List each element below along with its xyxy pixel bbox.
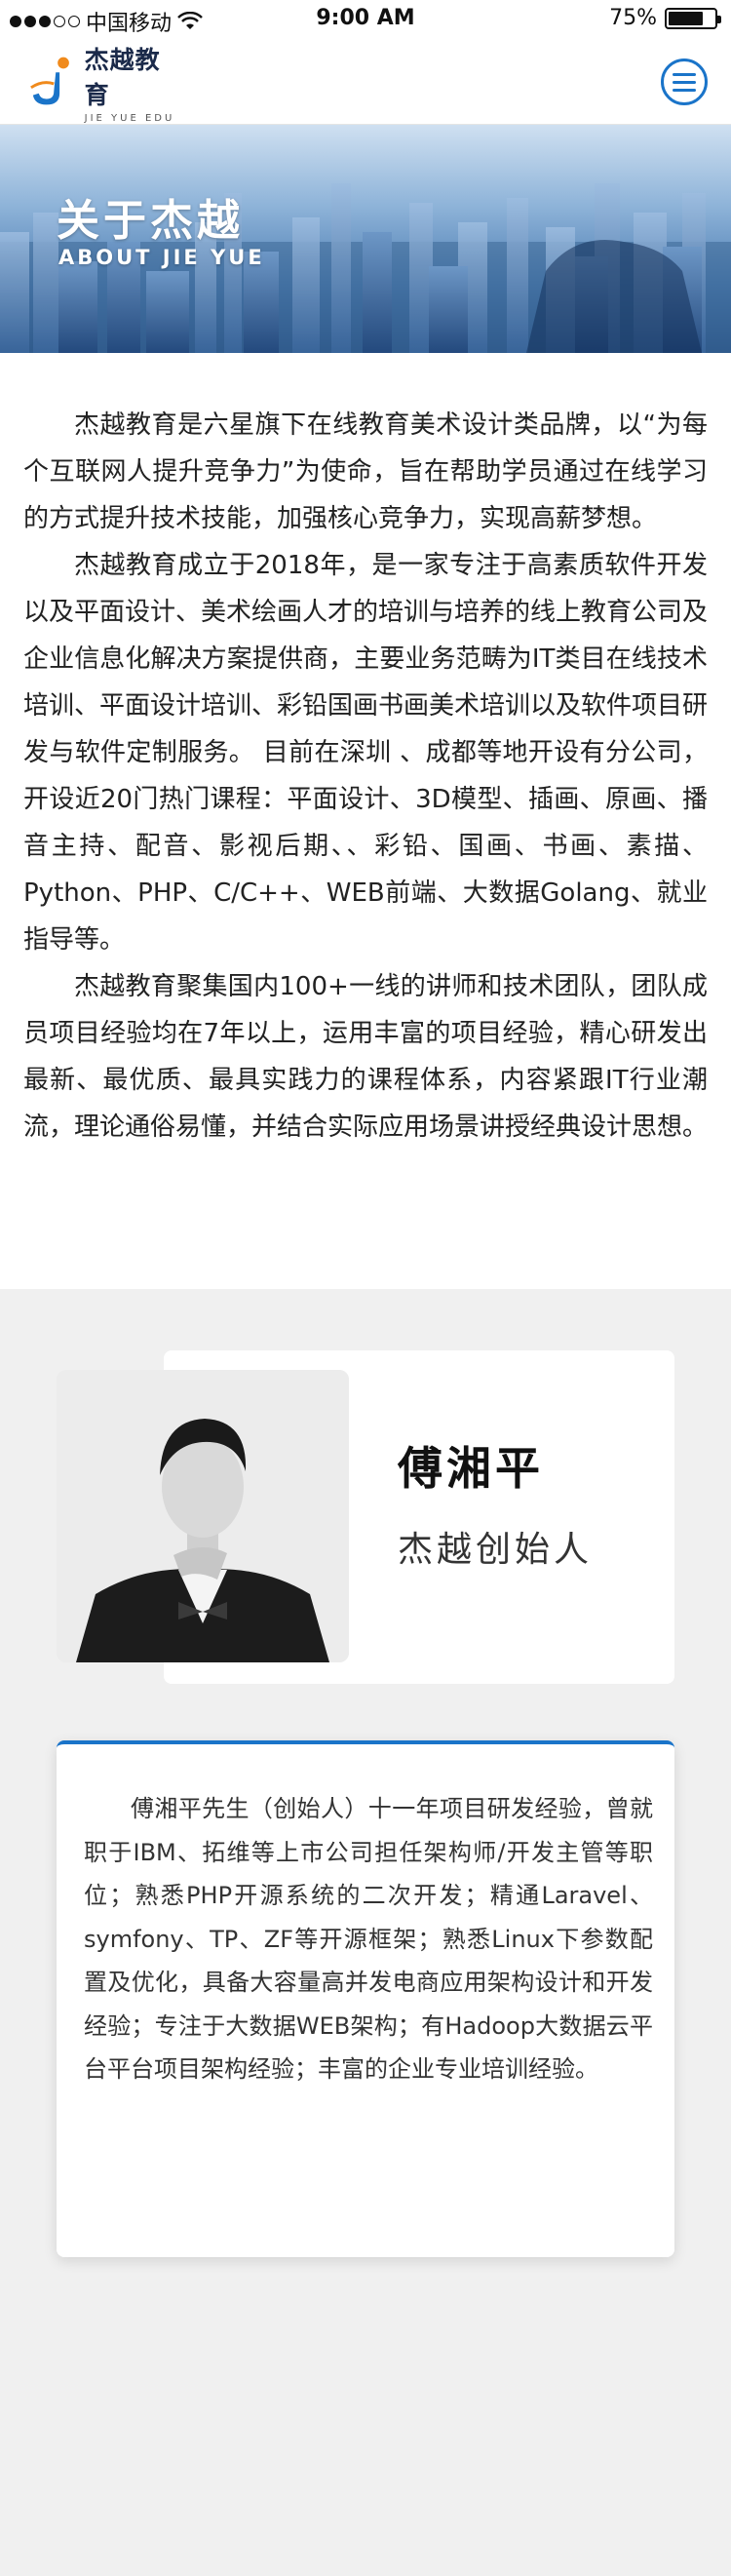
founder-portrait-image <box>57 1370 349 1662</box>
intro-paragraph: 杰越教育聚集国内100+一线的讲师和技术团队，团队成员项目经验均在7年以上，运用… <box>23 972 709 1142</box>
founder-name: 傅湘平 <box>398 1442 544 1495</box>
about-banner: 关于杰越 ABOUT JIE YUE <box>0 125 731 353</box>
logo-name: 杰越教育 <box>84 45 161 109</box>
logo-text: 杰越教育 JIE YUE EDU <box>85 41 183 124</box>
status-bar: 中国移动 9:00 AM 75% <box>0 0 731 39</box>
battery-percent: 75% <box>609 6 657 30</box>
logo[interactable]: 杰越教育 JIE YUE EDU <box>27 46 183 124</box>
battery-icon <box>665 7 721 29</box>
founder-role: 杰越创始人 <box>398 1530 594 1570</box>
battery-group: 75% <box>609 6 721 30</box>
intro-paragraph: 杰越教育成立于2018年，是一家专注于高素质软件开发以及平面设计、美术绘画人才的… <box>23 551 709 955</box>
site-header: 杰越教育 JIE YUE EDU <box>0 39 731 125</box>
logo-subtitle: JIE YUE EDU <box>84 112 175 124</box>
founder-bio: 傅湘平先生（创始人）十一年项目研发经验，曾就职于IBM、拓维等上市公司担任架构师… <box>84 1795 653 2083</box>
banner-subtitle: ABOUT JIE YUE <box>58 246 265 269</box>
menu-button[interactable] <box>661 59 708 105</box>
founder-photo <box>57 1370 349 1662</box>
battery-level <box>669 11 703 25</box>
intro-section: 杰越教育是六星旗下在线教育美术设计类品牌，以“为每个互联网人提升竞争力”为使命，… <box>0 353 731 1289</box>
banner-title: 关于杰越 <box>57 196 244 246</box>
menu-icon <box>673 72 696 76</box>
intro-paragraph: 杰越教育是六星旗下在线教育美术设计类品牌，以“为每个互联网人提升竞争力”为使命，… <box>23 410 708 533</box>
founder-bio-card: 傅湘平先生（创始人）十一年项目研发经验，曾就职于IBM、拓维等上市公司担任架构师… <box>57 1740 674 2257</box>
logo-icon <box>30 57 69 105</box>
